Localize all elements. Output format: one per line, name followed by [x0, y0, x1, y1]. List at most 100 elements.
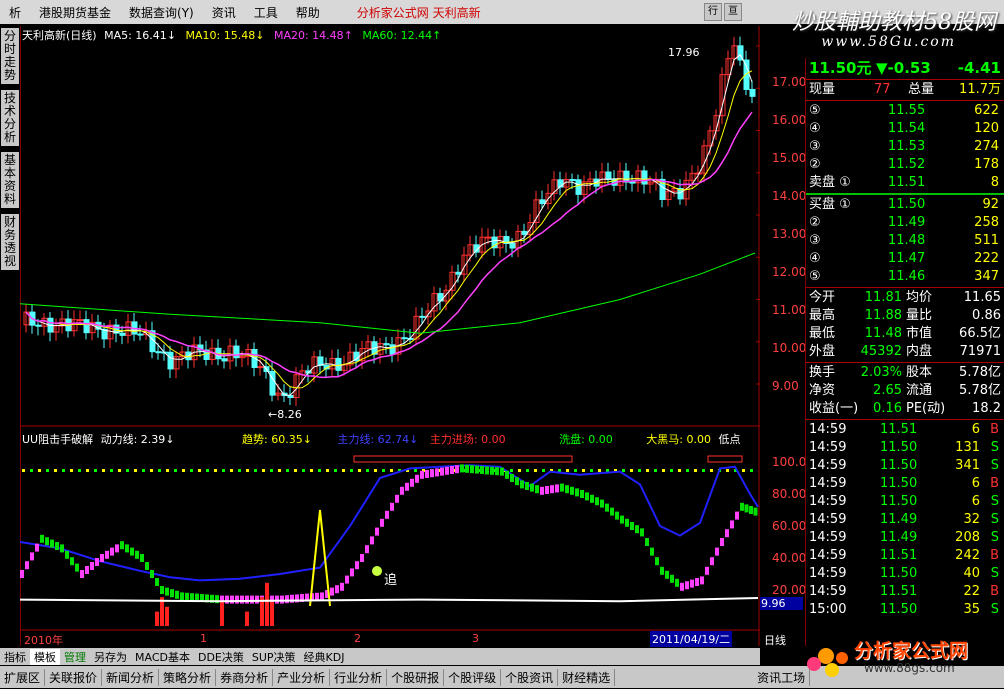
- stat-row: 外盘 45392 内盘 71971: [806, 343, 1004, 361]
- ind-step: [600, 499, 604, 508]
- tab-dde[interactable]: DDE决策: [194, 649, 248, 665]
- tick-price: 11.51: [880, 548, 918, 563]
- tab-macd[interactable]: MACD基本: [131, 649, 194, 665]
- side-tab-technical[interactable]: 技术分析: [1, 90, 19, 146]
- ind-dot: [518, 469, 521, 472]
- legend-ma10: MA10: 15.48: [185, 29, 256, 42]
- nav-finance-picks[interactable]: 财经精选: [558, 668, 616, 686]
- nav-industry-chain[interactable]: 产业分析: [273, 668, 331, 686]
- menu-item-hk-futures[interactable]: 港股期货基金: [30, 4, 120, 21]
- tab-save-as[interactable]: 另存为: [90, 649, 131, 665]
- tab-indicator[interactable]: 指标: [0, 649, 30, 665]
- kline-chart-area[interactable]: 天利高新(日线) MA5: 16.41↓ MA10: 15.48↓ MA20: …: [20, 26, 803, 647]
- menu-item-analysis[interactable]: 析: [0, 4, 30, 21]
- ind-step: [285, 595, 289, 604]
- order-row: ④ 11.47 222: [806, 250, 1004, 268]
- stat-label: 内盘: [906, 344, 933, 359]
- stat-value: 11.88: [864, 308, 902, 323]
- nav-rating[interactable]: 个股评级: [444, 668, 502, 686]
- time-tick-2: 2: [354, 632, 361, 645]
- legend-ma5: MA5: 16.41: [104, 29, 167, 42]
- candle-body: [419, 315, 426, 318]
- order-level: ④: [809, 121, 821, 136]
- ind-step: [175, 590, 179, 599]
- side-tab-fundamentals[interactable]: 基本资料: [1, 152, 19, 208]
- ind-step: [535, 485, 539, 494]
- ind-dot: [294, 469, 297, 472]
- candle-body: [509, 242, 516, 249]
- ind-step: [25, 561, 29, 570]
- tab-kdj[interactable]: 经典KDJ: [300, 649, 349, 665]
- order-level: ②: [809, 215, 821, 230]
- tick-side: B: [990, 548, 999, 563]
- ind-step: [480, 466, 484, 474]
- nav-extension[interactable]: 扩展区: [0, 668, 46, 686]
- ind-bar: [245, 611, 249, 626]
- stat-label: 流通: [906, 383, 933, 398]
- side-tab-intraday[interactable]: 分时走势: [1, 28, 19, 84]
- ind-step: [435, 468, 439, 477]
- ind-step: [430, 469, 434, 478]
- tick-volume: 6: [971, 476, 980, 491]
- tab-template[interactable]: 模板: [30, 648, 60, 665]
- ind-dot: [390, 469, 393, 472]
- ind-wash: 洗盘: 0.00: [559, 433, 613, 446]
- ind-step: [110, 547, 114, 556]
- ind-step: [670, 574, 674, 583]
- tab-manage[interactable]: 管理: [60, 649, 90, 665]
- order-price: 11.50: [888, 197, 926, 212]
- ind-step: [500, 467, 504, 476]
- stats-block: 今开 11.81 均价 11.65 最高 11.88 量比 0.86 最低 11.48 市值 66.5…: [806, 289, 1004, 361]
- ind-dot: [686, 469, 689, 472]
- order-volume: 178: [974, 157, 999, 172]
- stat-label: 收益(一): [809, 401, 859, 416]
- logo-88gs-title: 分析家公式网: [854, 640, 969, 662]
- ind-step: [455, 465, 459, 474]
- candle-body: [257, 366, 264, 369]
- mini-button-quote[interactable]: 行: [704, 3, 722, 21]
- nav-news[interactable]: 新闻分析: [102, 668, 160, 686]
- ind-step: [75, 563, 79, 572]
- nav-strategy[interactable]: 策略分析: [159, 668, 217, 686]
- ind-dot: [286, 469, 289, 472]
- tick-time: 14:59: [809, 458, 847, 473]
- order-volume: 8: [990, 175, 999, 190]
- tab-sup[interactable]: SUP决策: [248, 649, 300, 665]
- ind-step: [565, 485, 569, 494]
- tick-time: 14:59: [809, 530, 847, 545]
- ind-step: [330, 587, 334, 596]
- ind-step: [465, 464, 469, 473]
- order-price: 11.53: [888, 139, 926, 154]
- nav-broker[interactable]: 券商分析: [216, 668, 274, 686]
- ind-dot: [318, 469, 321, 472]
- ind-step: [125, 544, 129, 553]
- nav-stock-news[interactable]: 个股资讯: [501, 668, 559, 686]
- nav-sector[interactable]: 行业分析: [330, 668, 388, 686]
- nav-related-quote[interactable]: 关联报价: [45, 668, 103, 686]
- stat-value: 18.2: [972, 401, 1001, 416]
- ind-step: [615, 511, 619, 520]
- menu-item-data-query[interactable]: 数据查询(Y): [120, 4, 203, 21]
- tick-price: 11.50: [880, 458, 918, 473]
- price-tick: 14.00: [772, 189, 807, 203]
- menu-item-tools[interactable]: 工具: [245, 4, 287, 21]
- order-price: 11.47: [888, 251, 926, 266]
- ind-baseline: [20, 597, 759, 603]
- ind-step: [585, 492, 589, 501]
- period-label[interactable]: 日线: [764, 632, 786, 648]
- tick-time: 14:59: [809, 566, 847, 581]
- ind-bar: [165, 606, 169, 626]
- mini-button-other[interactable]: 亘: [724, 3, 742, 21]
- kline-chart-svg[interactable]: [20, 26, 760, 646]
- ind-dot: [150, 469, 153, 472]
- ma60-line: [20, 252, 756, 334]
- nav-research[interactable]: 个股研报: [387, 668, 445, 686]
- annotation-low-value: 8.26: [277, 408, 302, 421]
- stat-label: 均价: [906, 290, 933, 305]
- menu-item-news[interactable]: 资讯: [203, 4, 245, 21]
- ind-top-box: [707, 455, 743, 463]
- menu-item-help[interactable]: 帮助: [287, 4, 329, 21]
- side-tab-financials[interactable]: 财务透视: [1, 214, 19, 270]
- stat-label: 市值: [906, 326, 933, 341]
- tick-volume: 208: [955, 530, 980, 545]
